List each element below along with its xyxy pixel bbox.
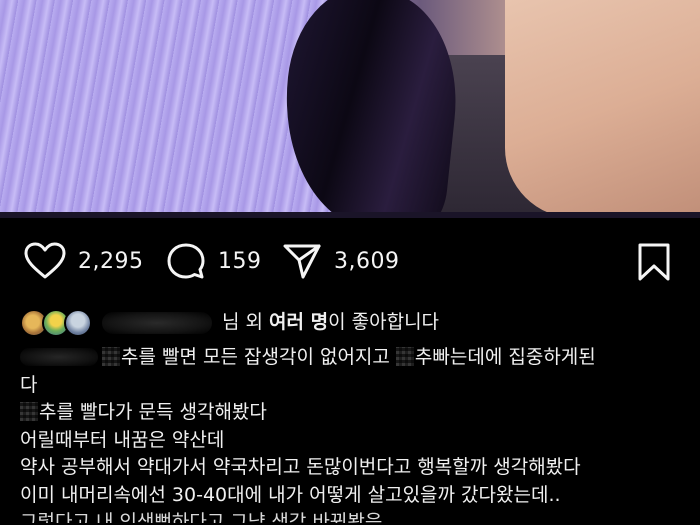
caption-line: 추를 빨다가 문득 생각해봤다 [20,399,690,427]
censor-mosaic [20,402,38,421]
photo-bottom-edge [0,212,700,218]
paper-plane-icon [282,242,322,280]
like-count: 2,295 [78,248,144,274]
blurred-author-username[interactable] [20,348,98,366]
save-button[interactable] [636,242,672,286]
liked-by-row[interactable]: 님 외 여러 명이 좋아합니다 [20,304,690,342]
post-photo[interactable] [0,0,700,218]
caption-line: 추를 빨면 모든 잡생각이 없어지고 추빠는데에 집중하게된 [20,344,690,372]
blurred-username[interactable] [102,312,212,334]
comment-bubble-icon [166,242,206,280]
caption-line: 이미 내머리속에선 30-40대에 내가 어떻게 살고있을까 갔다왔는데.. [20,483,561,506]
like-button[interactable]: 2,295 [24,242,143,280]
comment-button[interactable]: 159 [166,242,262,280]
liked-by-others-link[interactable]: 여러 명 [269,311,328,333]
heart-icon [24,242,66,280]
avatar [64,309,92,337]
censor-mosaic [102,347,120,366]
caption-line-cut-off: 그렇다고 내 인생뻔하다고 그냥 생각 바꿔봤음 [20,511,383,523]
photo-arm-region [505,0,700,218]
liked-by-text: 님 외 여러 명이 좋아합니다 [222,311,440,334]
caption-line: 약사 공부해서 약대가서 약국차리고 돈많이번다고 행복할까 생각해봤다 [20,456,581,478]
share-button[interactable]: 3,609 [282,242,399,280]
censor-mosaic [395,347,414,366]
caption-line: 다 [20,373,38,396]
bookmark-icon [636,243,672,286]
caption-line: 어릴때부터 내꿈은 약산데 [20,428,225,451]
post-caption-area: 님 외 여러 명이 좋아합니다 추를 빨면 모든 잡생각이 없어지고 추빠는데에… [20,304,690,523]
share-count: 3,609 [334,248,400,274]
post-action-bar: 2,295 159 3,609 [0,236,700,292]
liker-avatars [20,309,92,337]
comment-count: 159 [218,248,262,274]
